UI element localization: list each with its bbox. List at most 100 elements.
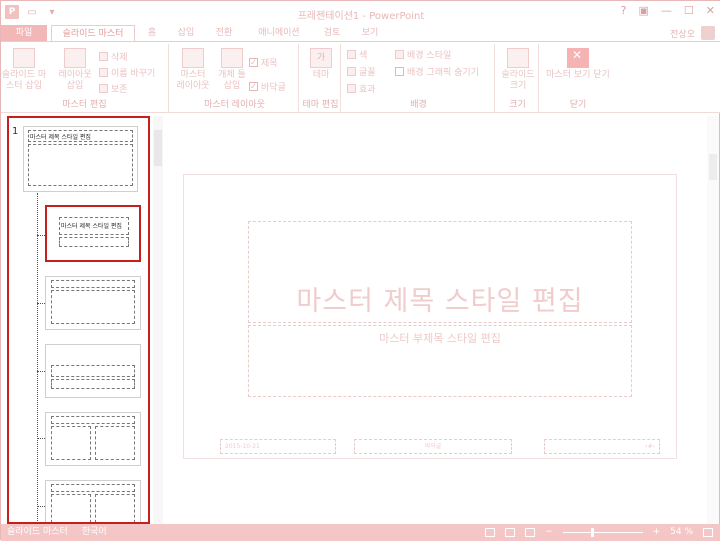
group-label-size: 크기 (509, 100, 526, 110)
master-slide-thumbnail[interactable]: 마스터 제목 스타일 편집 (23, 126, 138, 192)
avatar (701, 26, 715, 40)
title-placeholder[interactable]: 마스터 제목 스타일 편집 (248, 221, 632, 323)
slide-editing-area: 마스터 제목 스타일 편집 마스터 부제목 스타일 편집 2015-10-21 … (165, 116, 707, 524)
tab-file[interactable]: 파일 (1, 25, 47, 41)
group-label-master-edit: 마스터 편집 (62, 100, 107, 110)
slide-canvas[interactable]: 마스터 제목 스타일 편집 마스터 부제목 스타일 편집 2015-10-21 … (183, 174, 677, 459)
tab-animations[interactable]: 애니메이션 (253, 25, 305, 41)
layout-thumbnail-title: 마스터 제목 스타일 편집 (61, 223, 122, 230)
tab-view[interactable]: 보기 (357, 25, 383, 41)
slide-size-button[interactable]: 슬라이드 크기 (499, 48, 537, 92)
layout-thumbnail-comparison[interactable] (45, 480, 141, 522)
fit-slide-icon[interactable] (703, 528, 713, 537)
rename-button[interactable]: 이름 바꾸기 (99, 66, 155, 79)
group-label-theme-edit: 테마 편집 (302, 100, 339, 110)
zoom-slider[interactable] (562, 528, 643, 537)
tab-review[interactable]: 검토 (319, 25, 345, 41)
group-theme-edit: 가 테마 테마 편집 (301, 44, 341, 112)
title-bar: P ▭ ▾ 프레젠테이션1 - PowerPoint ? ▣ — ☐ ✕ (1, 1, 720, 25)
layout-connector-line (37, 193, 38, 522)
help-icon[interactable]: ? (621, 4, 627, 17)
layout-thumbnail-title-slide[interactable]: 마스터 제목 스타일 편집 (45, 205, 141, 262)
layout-thumbnail-title-content[interactable] (45, 276, 141, 330)
ribbon: 슬라이드 마 스터 삽입 레이아웃 삽입 삭제 이름 바꾸기 보존 마스터 편집 (1, 41, 720, 113)
zoom-out-icon[interactable]: − (545, 524, 553, 541)
slide-thumbnail-pane[interactable]: 1 마스터 제목 스타일 편집 마스터 제목 스타일 편집 (7, 116, 150, 524)
insert-placeholder-button[interactable]: 개체 틀 삽입 (215, 48, 249, 92)
insert-placeholder-icon (221, 48, 243, 68)
main-scrollbar[interactable] (707, 116, 719, 524)
thumbnail-scroll-thumb[interactable] (154, 130, 162, 166)
footer-check-icon: ✓ (249, 82, 258, 91)
user-account[interactable]: 전상오 (670, 26, 715, 40)
colors-icon (347, 50, 356, 59)
status-view-name: 슬라이드 마스터 (7, 527, 68, 537)
close-master-view-button[interactable]: 마스터 보기 닫기 (543, 48, 613, 81)
background-styles-icon (395, 50, 404, 59)
group-close: 마스터 보기 닫기 닫기 (541, 44, 615, 112)
master-thumbnail-title: 마스터 제목 스타일 편집 (30, 134, 91, 141)
group-background: 색 글꼴 효과 배경 스타일 배경 그래픽 숨기기 배경 (343, 44, 495, 112)
rename-icon (99, 68, 108, 77)
window-controls: ? ▣ — ☐ ✕ (621, 4, 715, 17)
tab-home[interactable]: 홈 (141, 25, 163, 41)
insert-layout-button[interactable]: 레이아웃 삽입 (53, 48, 97, 92)
layout-thumbnail-section-header[interactable] (45, 344, 141, 398)
group-label-close: 닫기 (569, 100, 587, 110)
close-icon[interactable]: ✕ (706, 4, 715, 17)
close-master-icon (567, 48, 589, 68)
effects-button[interactable]: 효과 (347, 82, 376, 95)
maximize-icon[interactable]: ☐ (684, 4, 694, 17)
group-master-layout: 마스터 레이아웃 개체 틀 삽입 ✓ 제목 ✓ 바닥글 마스터 레이아웃 (171, 44, 299, 112)
insert-slide-master-button[interactable]: 슬라이드 마 스터 삽입 (2, 48, 46, 92)
slide-sorter-icon[interactable] (505, 528, 516, 537)
title-checkbox[interactable]: ✓ 제목 (249, 56, 278, 69)
hide-background-graphics-checkbox[interactable]: 배경 그래픽 숨기기 (395, 65, 479, 78)
tab-insert[interactable]: 삽입 (171, 25, 201, 41)
fonts-icon (347, 67, 356, 76)
title-check-icon: ✓ (249, 58, 258, 67)
slide-number-placeholder[interactable]: ‹#› (544, 439, 660, 454)
tab-slide-master[interactable]: 슬라이드 마스터 (51, 25, 135, 41)
zoom-in-icon[interactable]: + (653, 524, 661, 541)
preserve-button[interactable]: 보존 (99, 82, 128, 95)
insert-slide-master-icon (13, 48, 35, 68)
status-language[interactable]: 한국어 (82, 524, 107, 541)
powerpoint-window: P ▭ ▾ 프레젠테이션1 - PowerPoint ? ▣ — ☐ ✕ 파일 … (0, 0, 720, 541)
user-name: 전상오 (670, 29, 695, 40)
ribbon-tabs: 파일 슬라이드 마스터 홈 삽입 전환 애니메이션 검토 보기 전상오 (1, 25, 720, 41)
window-title: 프레젠테이션1 - PowerPoint (297, 11, 425, 22)
master-layout-icon (182, 48, 204, 68)
title-placeholder-text: 마스터 제목 스타일 편집 (296, 286, 584, 317)
group-label-background: 배경 (410, 100, 427, 110)
tab-transitions[interactable]: 전환 (209, 25, 239, 41)
footer-placeholder[interactable]: 바닥글 (354, 439, 512, 454)
status-bar: 슬라이드 마스터 한국어 − + 54 % (1, 524, 720, 541)
date-placeholder[interactable]: 2015-10-21 (220, 439, 336, 454)
normal-view-icon[interactable] (485, 528, 496, 537)
main-scroll-thumb[interactable] (709, 154, 717, 180)
colors-button[interactable]: 색 (347, 48, 367, 61)
layout-thumbnail-two-content[interactable] (45, 412, 141, 466)
group-master-edit: 슬라이드 마 스터 삽입 레이아웃 삽입 삭제 이름 바꾸기 보존 마스터 편집 (1, 44, 169, 112)
insert-layout-icon (64, 48, 86, 68)
minimize-icon[interactable]: — (661, 4, 672, 17)
slide-size-icon (507, 48, 529, 68)
group-size: 슬라이드 크기 크기 (497, 44, 539, 112)
thumbnail-scrollbar[interactable] (153, 116, 163, 524)
themes-button[interactable]: 가 테마 (307, 48, 335, 81)
fonts-button[interactable]: 글꼴 (347, 65, 376, 78)
master-layout-button[interactable]: 마스터 레이아웃 (173, 48, 213, 92)
hide-background-check-icon (395, 67, 404, 76)
delete-icon (99, 52, 108, 61)
preserve-icon (99, 84, 108, 93)
subtitle-placeholder[interactable]: 마스터 부제목 스타일 편집 (248, 325, 632, 397)
slide-number: 1 (12, 126, 19, 137)
delete-button[interactable]: 삭제 (99, 50, 128, 63)
background-styles-button[interactable]: 배경 스타일 (395, 48, 451, 61)
reading-view-icon[interactable] (525, 528, 536, 537)
subtitle-placeholder-text: 마스터 부제목 스타일 편집 (379, 332, 501, 345)
ribbon-display-icon[interactable]: ▣ (639, 4, 649, 17)
zoom-level[interactable]: 54 % (670, 524, 693, 541)
footer-checkbox[interactable]: ✓ 바닥글 (249, 80, 286, 93)
